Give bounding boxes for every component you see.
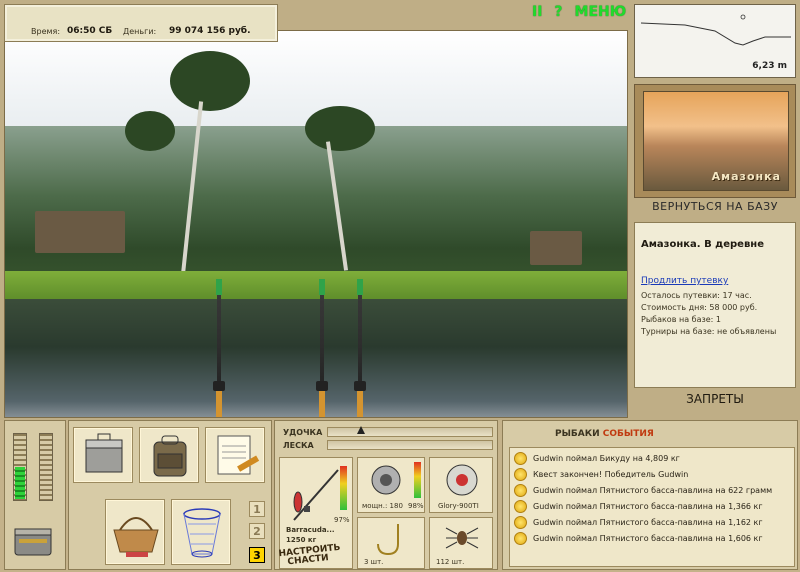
backpack-icon[interactable] bbox=[139, 427, 199, 483]
notepad-icon[interactable] bbox=[205, 427, 265, 483]
bait-count: 112 шт. bbox=[436, 558, 465, 566]
events-panel: РЫБАКИ СОБЫТИЯ Gudwin поймал Бикуду на 4… bbox=[502, 420, 798, 570]
rod-tension-bar bbox=[327, 427, 493, 437]
reel-icon bbox=[371, 465, 401, 495]
list-item: Gudwin поймал Пятнистого басса-павлина н… bbox=[514, 530, 790, 546]
tension-marker-icon bbox=[357, 426, 365, 434]
return-to-base-button[interactable]: ВЕРНУТЬСЯ НА БАЗУ bbox=[634, 200, 796, 220]
bait-insect-icon bbox=[445, 527, 479, 549]
line-tension-label: ЛЕСКА bbox=[283, 441, 314, 450]
fishing-scene[interactable] bbox=[4, 30, 628, 418]
list-item: Gudwin поймал Пятнистого басса-павлина н… bbox=[514, 482, 790, 498]
hook-slot[interactable]: 3 шт. bbox=[357, 517, 425, 569]
hook-icon bbox=[377, 524, 399, 556]
slot-number-1[interactable]: 1 bbox=[249, 501, 265, 517]
time-value: 06:50 СБ bbox=[67, 26, 113, 36]
rod-icon bbox=[293, 469, 339, 521]
location-card-name: Амазонка bbox=[711, 170, 781, 183]
rod-name: Barracuda... bbox=[286, 526, 335, 534]
menu-button[interactable]: МЕНЮ bbox=[575, 4, 627, 20]
line-name: Glory-900TI bbox=[438, 502, 479, 510]
right-level-meter bbox=[39, 433, 53, 501]
grass-bank bbox=[5, 271, 627, 301]
line-slot[interactable]: Glory-900TI bbox=[429, 457, 493, 513]
fishing-rod-3[interactable] bbox=[354, 279, 366, 417]
jungle-tree bbox=[170, 51, 250, 111]
license-remaining: Осталось путевки: 17 час. bbox=[641, 291, 752, 300]
location-title: Амазонка. В деревне bbox=[641, 239, 764, 250]
location-card[interactable]: Амазонка bbox=[634, 84, 796, 198]
depth-map[interactable]: 6,23 m bbox=[634, 4, 796, 78]
slot-number-2[interactable]: 2 bbox=[249, 523, 265, 539]
hook-count: 3 шт. bbox=[364, 558, 384, 566]
location-info-panel: Амазонка. В деревне Продлить путевку Ост… bbox=[634, 222, 796, 388]
rod-handle bbox=[319, 391, 325, 417]
list-item: Gudwin поймал Пятнистого басса-павлина н… bbox=[514, 498, 790, 514]
status-meters bbox=[4, 420, 66, 570]
left-level-meter bbox=[13, 433, 27, 501]
time-label: Время: bbox=[31, 27, 61, 36]
fishing-rod-2[interactable] bbox=[316, 279, 328, 417]
reel-slot[interactable]: мощн.: 180 98% bbox=[357, 457, 425, 513]
village-hut bbox=[35, 211, 125, 253]
smiley-icon bbox=[514, 451, 527, 465]
inventory-panel: 1 2 3 bbox=[68, 420, 272, 570]
slot-number-3[interactable]: 3 bbox=[249, 547, 265, 563]
events-list[interactable]: Gudwin поймал Бикуду на 4,809 кг Квест з… bbox=[509, 447, 795, 567]
smiley-icon bbox=[514, 531, 527, 545]
reel-percent: 98% bbox=[408, 502, 424, 510]
village-hut bbox=[530, 231, 582, 265]
tournaments-status: Турниры на базе: не объявлены bbox=[641, 327, 777, 336]
smiley-icon bbox=[514, 515, 527, 529]
rod-weight: 1250 кг bbox=[286, 536, 317, 544]
bucket-icon[interactable] bbox=[11, 521, 57, 561]
day-cost: Стоимость дня: 58 000 руб. bbox=[641, 303, 758, 312]
keepnet-icon[interactable] bbox=[171, 499, 231, 565]
pause-button[interactable]: II bbox=[532, 4, 542, 20]
smiley-icon bbox=[514, 499, 527, 513]
line-tension-bar bbox=[327, 440, 493, 450]
tab-fishers[interactable]: РЫБАКИ bbox=[555, 429, 600, 439]
fishers-count: Рыбаков на базе: 1 bbox=[641, 315, 721, 324]
reel-icon bbox=[354, 381, 366, 391]
jungle-tree bbox=[305, 106, 375, 151]
events-header: РЫБАКИ СОБЫТИЯ bbox=[555, 429, 654, 439]
smiley-icon bbox=[514, 483, 527, 497]
help-button[interactable]: ? bbox=[554, 4, 562, 20]
river-water[interactable] bbox=[5, 299, 627, 417]
rod-handle bbox=[357, 391, 363, 417]
rod-tip-indicator bbox=[357, 279, 363, 295]
rod-tip-indicator bbox=[216, 279, 222, 295]
bait-slot[interactable]: 112 шт. bbox=[429, 517, 493, 569]
depth-readout: 6,23 m bbox=[752, 61, 787, 71]
tab-events[interactable]: СОБЫТИЯ bbox=[603, 429, 654, 439]
bans-button[interactable]: ЗАПРЕТЫ bbox=[634, 392, 796, 414]
list-item: Gudwin поймал Бикуду на 4,809 кг bbox=[514, 450, 790, 466]
money-value: 99 074 156 руб. bbox=[169, 26, 251, 36]
rod-tip-indicator bbox=[319, 279, 325, 295]
reel-power: мощн.: 180 bbox=[362, 502, 403, 510]
reel-icon bbox=[213, 381, 225, 391]
money-label: Деньги: bbox=[123, 27, 157, 36]
status-panel: Время: 06:50 СБ Деньги: 99 074 156 руб. bbox=[4, 4, 278, 42]
list-item: Gudwin поймал Пятнистого басса-павлина н… bbox=[514, 514, 790, 530]
rod-handle bbox=[216, 391, 222, 417]
list-item: Квест закончен! Победитель Gudwin bbox=[514, 466, 790, 482]
fishing-rod-1[interactable] bbox=[213, 279, 225, 417]
rod-tension-label: УДОЧКА bbox=[283, 428, 323, 437]
rod-percent: 97% bbox=[334, 516, 350, 524]
tackle-panel: УДОЧКА ЛЕСКА Barracuda... 1250 кг 97% мо… bbox=[274, 420, 498, 570]
basket-icon[interactable] bbox=[105, 499, 165, 565]
line-spool-icon bbox=[446, 464, 478, 496]
tackle-box-icon[interactable] bbox=[73, 427, 133, 483]
rod-wear-meter bbox=[340, 466, 347, 510]
smiley-icon bbox=[514, 467, 527, 481]
jungle-tree bbox=[125, 111, 175, 151]
reel-wear-meter bbox=[414, 462, 421, 498]
top-controls: II ? МЕНЮ bbox=[532, 4, 626, 20]
reel-icon bbox=[316, 381, 328, 391]
extend-license-link[interactable]: Продлить путевку bbox=[641, 276, 789, 286]
